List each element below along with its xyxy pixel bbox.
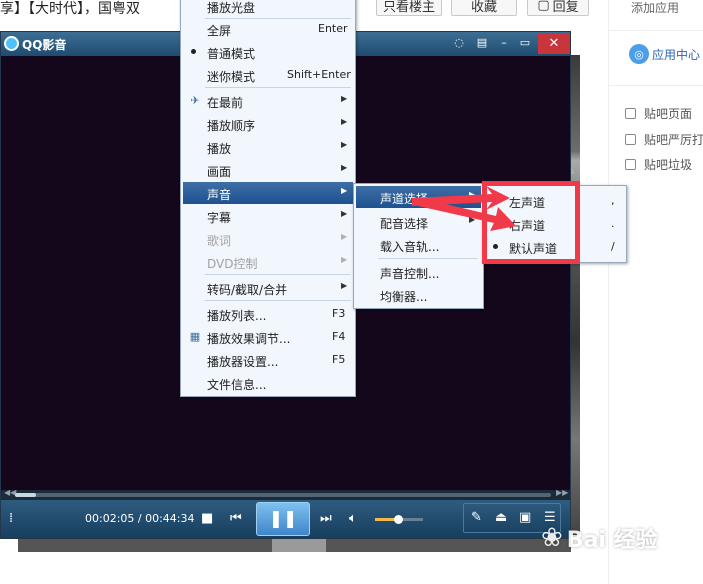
annotation-arrows [412, 186, 516, 231]
baidu-watermark: ❀ Bai 经验 [541, 523, 658, 553]
paw-icon: ❀ [541, 523, 563, 553]
screen: 享】【大时代】，国粤双 只看楼主 收藏 ▢ 回复 添加应用 ◎ 应用中心 贴吧页… [0, 0, 703, 584]
